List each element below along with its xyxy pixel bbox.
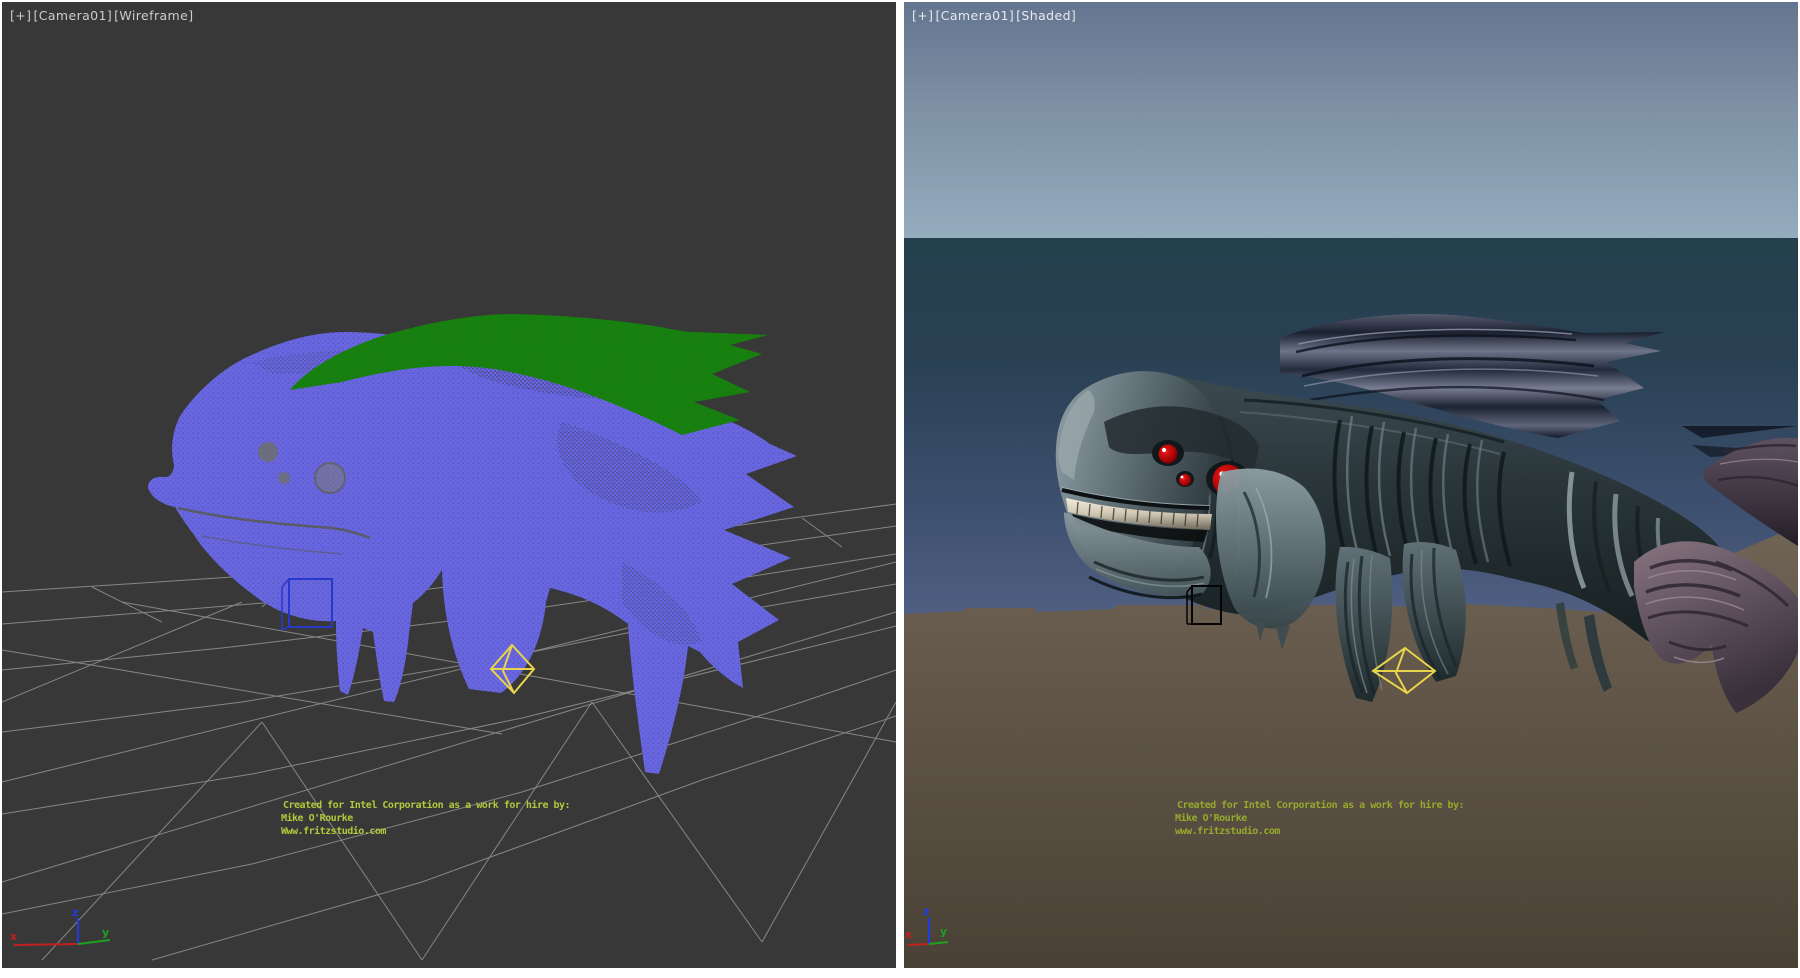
axis-x-label: x xyxy=(10,930,17,943)
dual-viewport-stage: [+][Camera01][Wireframe] xyxy=(0,0,1800,978)
viewport-label: [+][Camera01][Wireframe] xyxy=(10,8,196,23)
eye-glint xyxy=(1162,448,1166,452)
axis-z-label: z xyxy=(72,906,78,919)
creature-eye-small xyxy=(1159,445,1178,464)
shaded-canvas[interactable]: Created for Intel Corporation as a work … xyxy=(904,2,1798,968)
viewport-menu-camera[interactable]: [Camera01] xyxy=(935,8,1014,23)
viewport-menu-expand[interactable]: [+] xyxy=(10,8,31,23)
axis-x-label: x xyxy=(905,928,912,941)
viewport-menu-expand[interactable]: [+] xyxy=(912,8,933,23)
fish-eye-small xyxy=(258,442,278,462)
viewport-menu-shading[interactable]: [Shaded] xyxy=(1016,8,1076,23)
viewport-label: [+][Camera01][Shaded] xyxy=(912,8,1078,23)
viewport-menu-camera[interactable]: [Camera01] xyxy=(33,8,112,23)
wireframe-canvas[interactable]: Created for Intel Corporation as a work … xyxy=(2,2,896,968)
fish-eye-tiny xyxy=(278,472,290,484)
viewport-menu-shading[interactable]: [Wireframe] xyxy=(114,8,193,23)
viewport-shaded[interactable]: Created for Intel Corporation as a work … xyxy=(904,2,1798,968)
viewport-wireframe[interactable]: [+][Camera01][Wireframe] xyxy=(2,2,896,968)
axis-y-label: y xyxy=(940,925,947,938)
axis-z-label: z xyxy=(923,905,929,918)
axis-y-label: y xyxy=(102,926,109,939)
sky xyxy=(904,2,1798,238)
creature-eye-tiny xyxy=(1179,474,1191,486)
eye-glint xyxy=(1181,476,1184,479)
